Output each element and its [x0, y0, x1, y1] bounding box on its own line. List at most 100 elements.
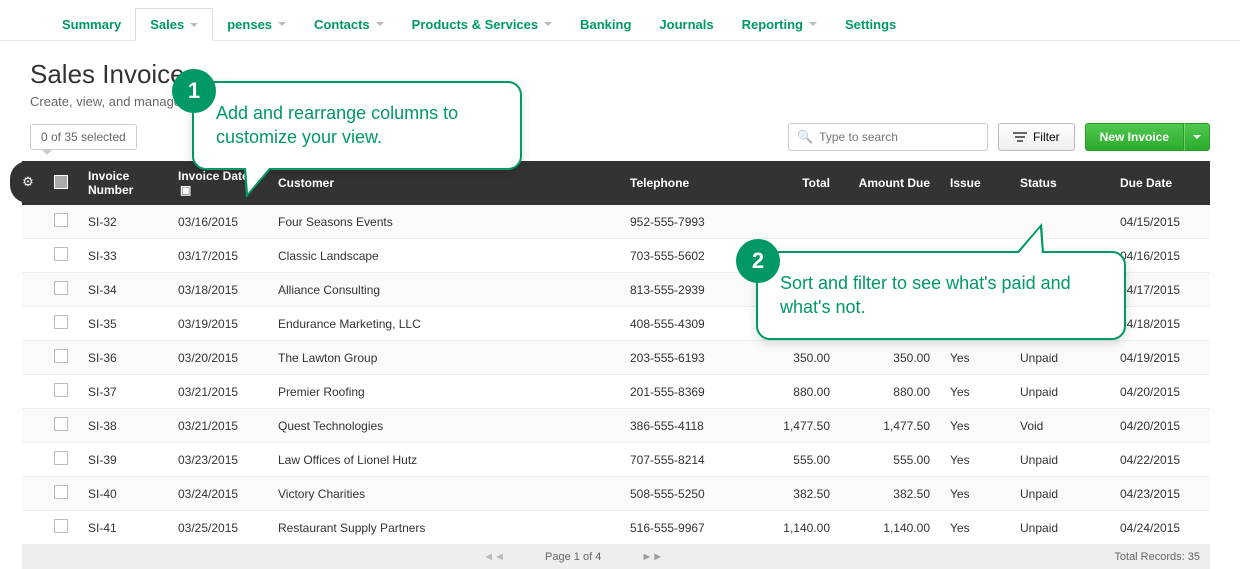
- cell-invoice-number: SI-33: [78, 239, 168, 273]
- col-issue[interactable]: Issue: [940, 161, 1010, 205]
- cell-invoice-number: SI-32: [78, 205, 168, 239]
- col-due-date[interactable]: Due Date: [1110, 161, 1210, 205]
- cell-customer: Premier Roofing: [268, 375, 620, 409]
- chevron-down-icon: [190, 23, 198, 27]
- cell-total: [740, 205, 840, 239]
- new-invoice-group: New Invoice: [1085, 123, 1210, 151]
- row-checkbox[interactable]: [54, 281, 68, 295]
- chevron-down-icon: [1193, 135, 1201, 139]
- table-row[interactable]: SI-4003/24/2015Victory Charities508-555-…: [22, 477, 1210, 511]
- table-row[interactable]: SI-3703/21/2015Premier Roofing201-555-83…: [22, 375, 1210, 409]
- cell-issue: Yes: [940, 341, 1010, 375]
- callout-1-num: 1: [172, 69, 216, 113]
- column-settings-button[interactable]: ⚙: [10, 161, 46, 203]
- cell-issue: Yes: [940, 409, 1010, 443]
- cell-status: Unpaid: [1010, 477, 1110, 511]
- gear-icon: ⚙: [22, 174, 34, 190]
- new-invoice-caret[interactable]: [1184, 123, 1210, 151]
- cell-customer: Endurance Marketing, LLC: [268, 307, 620, 341]
- cell-invoice-number: SI-41: [78, 511, 168, 545]
- cell-telephone: 508-555-5250: [620, 477, 740, 511]
- filter-icon: [1013, 132, 1027, 142]
- nav-tab-settings[interactable]: Settings: [831, 9, 910, 40]
- search-icon: 🔍: [797, 129, 813, 145]
- cell-customer: Quest Technologies: [268, 409, 620, 443]
- nav-tab-banking[interactable]: Banking: [566, 9, 645, 40]
- col-invoice-number[interactable]: Invoice Number: [78, 161, 168, 205]
- cell-due-date: 04/19/2015: [1110, 341, 1210, 375]
- cell-invoice-number: SI-37: [78, 375, 168, 409]
- cell-customer: Four Seasons Events: [268, 205, 620, 239]
- nav-tab-sales[interactable]: Sales: [135, 8, 213, 41]
- nav-tab-summary[interactable]: Summary: [48, 9, 135, 40]
- selection-count: 0 of 35 selected: [30, 124, 137, 150]
- table-row[interactable]: SI-3903/23/2015Law Offices of Lionel Hut…: [22, 443, 1210, 477]
- cell-issue: Yes: [940, 477, 1010, 511]
- col-total[interactable]: Total: [740, 161, 840, 205]
- nav-tab-products-services[interactable]: Products & Services: [398, 9, 566, 40]
- cell-due-date: 04/23/2015: [1110, 477, 1210, 511]
- row-checkbox[interactable]: [54, 247, 68, 261]
- filter-button[interactable]: Filter: [998, 123, 1075, 151]
- select-all-checkbox[interactable]: [54, 175, 68, 189]
- cell-invoice-number: SI-39: [78, 443, 168, 477]
- cell-total: 382.50: [740, 477, 840, 511]
- cell-status: Unpaid: [1010, 511, 1110, 545]
- cell-customer: The Lawton Group: [268, 341, 620, 375]
- cell-customer: Alliance Consulting: [268, 273, 620, 307]
- cell-telephone: 813-555-2939: [620, 273, 740, 307]
- cell-status: Unpaid: [1010, 443, 1110, 477]
- cell-total: 350.00: [740, 341, 840, 375]
- nav-tab-reporting[interactable]: Reporting: [728, 9, 831, 40]
- filter-label: Filter: [1033, 130, 1060, 144]
- cell-amount-due: [840, 205, 940, 239]
- col-status[interactable]: Status: [1010, 161, 1110, 205]
- callout-2: 2 Sort and filter to see what's paid and…: [756, 251, 1126, 340]
- sort-icon: ▣: [180, 183, 191, 197]
- pager-prev[interactable]: ◄◄: [483, 551, 505, 563]
- nav-tab-journals[interactable]: Journals: [645, 9, 727, 40]
- row-checkbox[interactable]: [54, 519, 68, 533]
- cell-invoice-date: 03/20/2015: [168, 341, 268, 375]
- new-invoice-button[interactable]: New Invoice: [1085, 123, 1184, 151]
- col-telephone[interactable]: Telephone: [620, 161, 740, 205]
- row-checkbox[interactable]: [54, 213, 68, 227]
- row-checkbox[interactable]: [54, 315, 68, 329]
- chevron-down-icon: [544, 22, 552, 26]
- row-checkbox[interactable]: [54, 349, 68, 363]
- row-checkbox[interactable]: [54, 383, 68, 397]
- cell-telephone: 201-555-8369: [620, 375, 740, 409]
- cell-amount-due: 382.50: [840, 477, 940, 511]
- chevron-down-icon: [278, 22, 286, 26]
- nav-tab-penses[interactable]: penses: [213, 9, 300, 40]
- cell-customer: Law Offices of Lionel Hutz: [268, 443, 620, 477]
- search-input[interactable]: [819, 130, 979, 144]
- table-row[interactable]: SI-4103/25/2015Restaurant Supply Partner…: [22, 511, 1210, 545]
- col-amount-due[interactable]: Amount Due: [840, 161, 940, 205]
- cell-total: 880.00: [740, 375, 840, 409]
- chevron-down-icon: [376, 22, 384, 26]
- cell-invoice-date: 03/16/2015: [168, 205, 268, 239]
- row-checkbox[interactable]: [54, 417, 68, 431]
- cell-customer: Victory Charities: [268, 477, 620, 511]
- callout-2-text: Sort and filter to see what's paid and w…: [780, 271, 1102, 320]
- search-box[interactable]: 🔍: [788, 123, 988, 151]
- row-checkbox[interactable]: [54, 451, 68, 465]
- cell-due-date: 04/20/2015: [1110, 409, 1210, 443]
- cell-amount-due: 1,477.50: [840, 409, 940, 443]
- cell-customer: Restaurant Supply Partners: [268, 511, 620, 545]
- cell-invoice-date: 03/21/2015: [168, 375, 268, 409]
- table-row[interactable]: SI-3603/20/2015The Lawton Group203-555-6…: [22, 341, 1210, 375]
- cell-amount-due: 350.00: [840, 341, 940, 375]
- cell-due-date: 04/20/2015: [1110, 375, 1210, 409]
- row-checkbox[interactable]: [54, 485, 68, 499]
- cell-invoice-date: 03/24/2015: [168, 477, 268, 511]
- cell-amount-due: 1,140.00: [840, 511, 940, 545]
- cell-telephone: 203-555-6193: [620, 341, 740, 375]
- table-row[interactable]: SI-3803/21/2015Quest Technologies386-555…: [22, 409, 1210, 443]
- total-records: Total Records: 35: [1114, 551, 1200, 563]
- cell-due-date: 04/24/2015: [1110, 511, 1210, 545]
- pager-next[interactable]: ►►: [641, 551, 663, 563]
- cell-telephone: 516-555-9967: [620, 511, 740, 545]
- nav-tab-contacts[interactable]: Contacts: [300, 9, 398, 40]
